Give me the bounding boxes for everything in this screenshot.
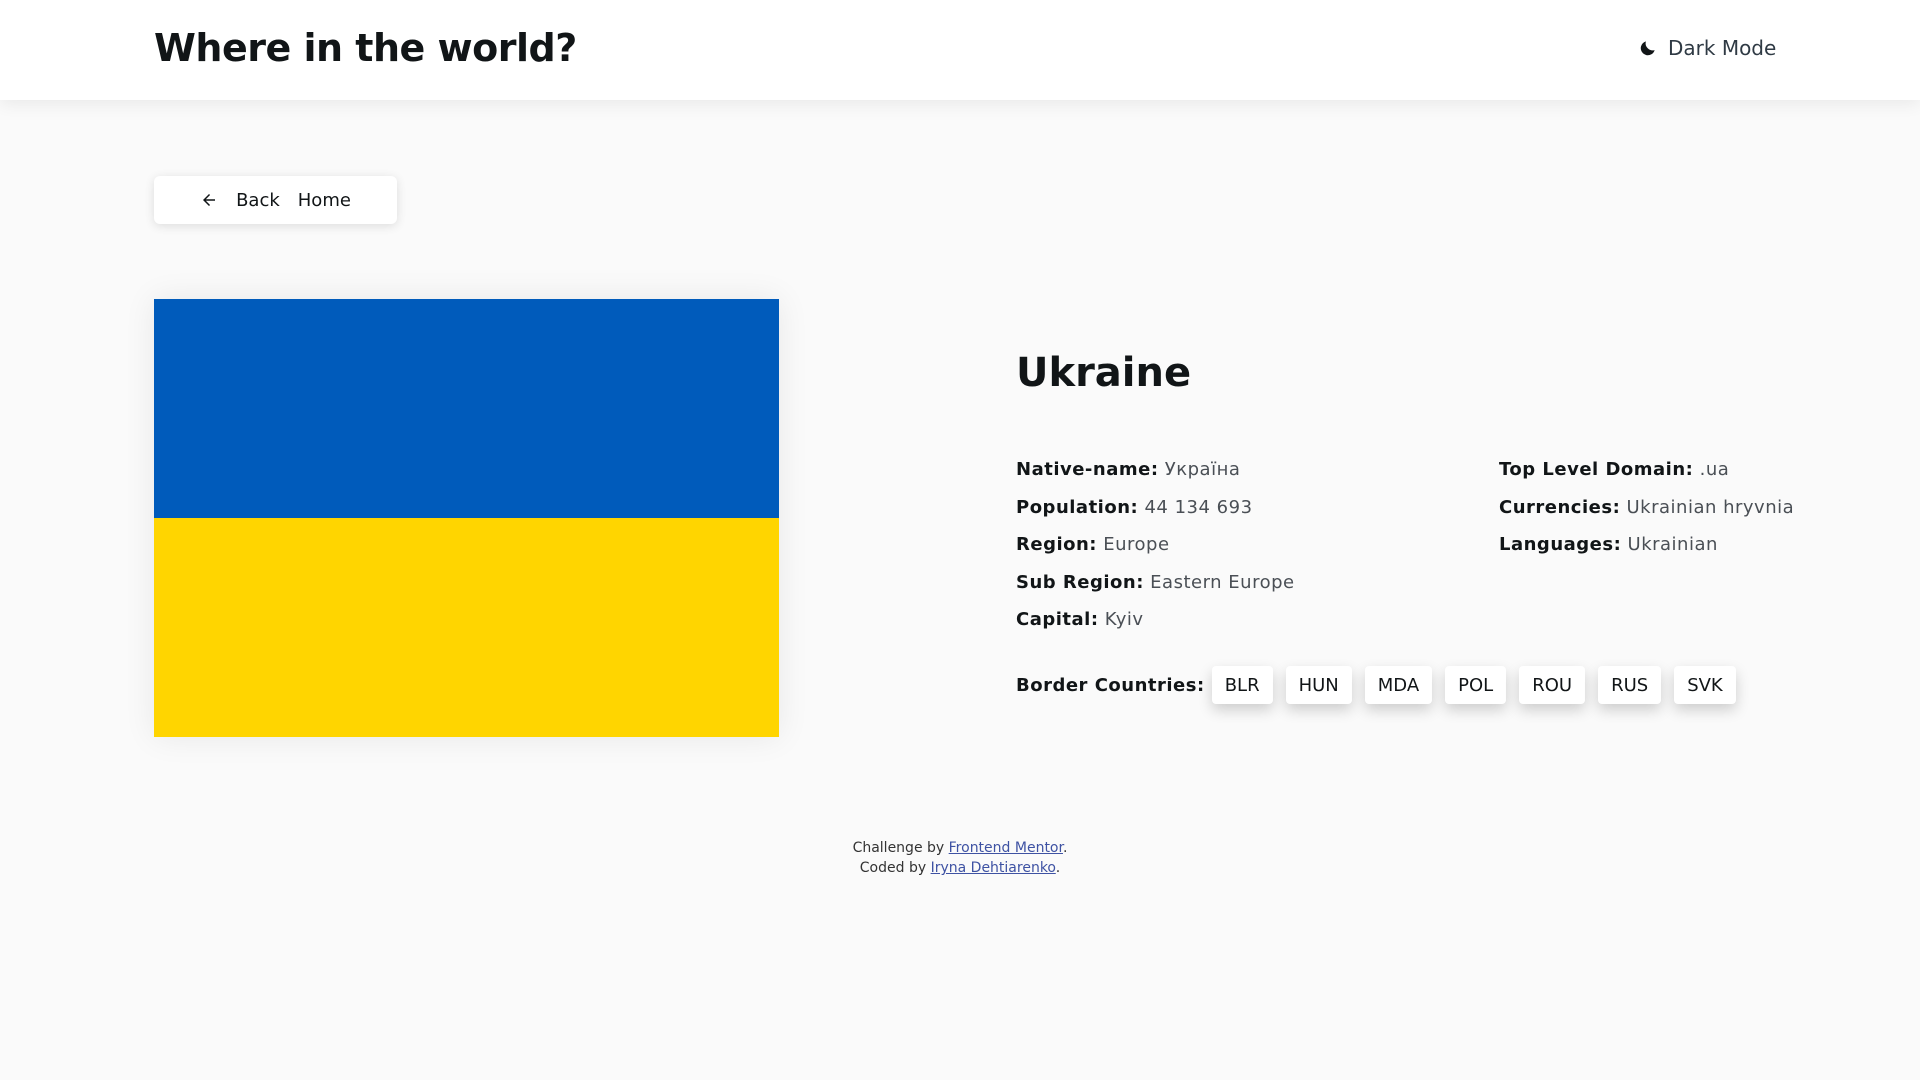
site-header: Where in the world? Dark Mode xyxy=(0,0,1920,100)
country-flag xyxy=(154,299,779,737)
frontend-mentor-link[interactable]: Frontend Mentor xyxy=(949,840,1063,856)
home-label: Home xyxy=(297,189,351,211)
detail-native-name: Native-name: Україна xyxy=(1016,459,1241,480)
moon-icon xyxy=(1640,41,1655,56)
border-chip-mda[interactable]: MDA xyxy=(1364,666,1433,704)
arrow-left-icon xyxy=(203,194,216,206)
border-countries: Border Countries: BLR HUN MDA POL ROU RU… xyxy=(1016,666,1749,704)
detail-region: Region: Europe xyxy=(1016,534,1170,555)
country-name: Ukraine xyxy=(1016,350,1192,396)
detail-languages: Languages: Ukrainian xyxy=(1499,534,1718,555)
back-home-button[interactable]: Back Home xyxy=(154,176,397,224)
detail-top-level-domain: Top Level Domain: .ua xyxy=(1499,459,1730,480)
detail-currencies: Currencies: Ukrainian hryvnia xyxy=(1499,496,1795,518)
border-chip-svk[interactable]: SVK xyxy=(1674,666,1736,704)
flag-stripe-yellow xyxy=(154,518,779,737)
border-countries-label: Border Countries: xyxy=(1016,674,1205,696)
border-chip-blr[interactable]: BLR xyxy=(1211,666,1273,704)
detail-population: Population: 44 134 693 xyxy=(1016,496,1253,518)
details-secondary: Top Level Domain: .ua Currencies: Ukrain… xyxy=(1499,460,1794,573)
attribution-footer: Challenge by Frontend Mentor. Coded by I… xyxy=(0,838,1920,878)
attribution-author: Coded by Iryna Dehtiarenko. xyxy=(859,860,1061,876)
attribution-challenge: Challenge by Frontend Mentor. xyxy=(852,840,1068,856)
back-label: Back xyxy=(236,189,280,211)
detail-sub-region: Sub Region: Eastern Europe xyxy=(1016,571,1295,593)
detail-capital: Capital: Kyiv xyxy=(1016,609,1144,630)
border-chip-rus[interactable]: RUS xyxy=(1598,666,1662,704)
details-primary: Native-name: Україна Population: 44 134 … xyxy=(1016,460,1295,648)
dark-mode-label: Dark Mode xyxy=(1668,36,1777,60)
site-title: Where in the world? xyxy=(154,26,577,70)
author-link[interactable]: Iryna Dehtiarenko xyxy=(931,860,1056,876)
flag-stripe-blue xyxy=(154,299,779,518)
border-chip-pol[interactable]: POL xyxy=(1445,666,1507,704)
border-chip-rou[interactable]: ROU xyxy=(1519,666,1586,704)
dark-mode-toggle[interactable]: Dark Mode xyxy=(1638,36,1776,60)
border-chip-hun[interactable]: HUN xyxy=(1285,666,1352,704)
